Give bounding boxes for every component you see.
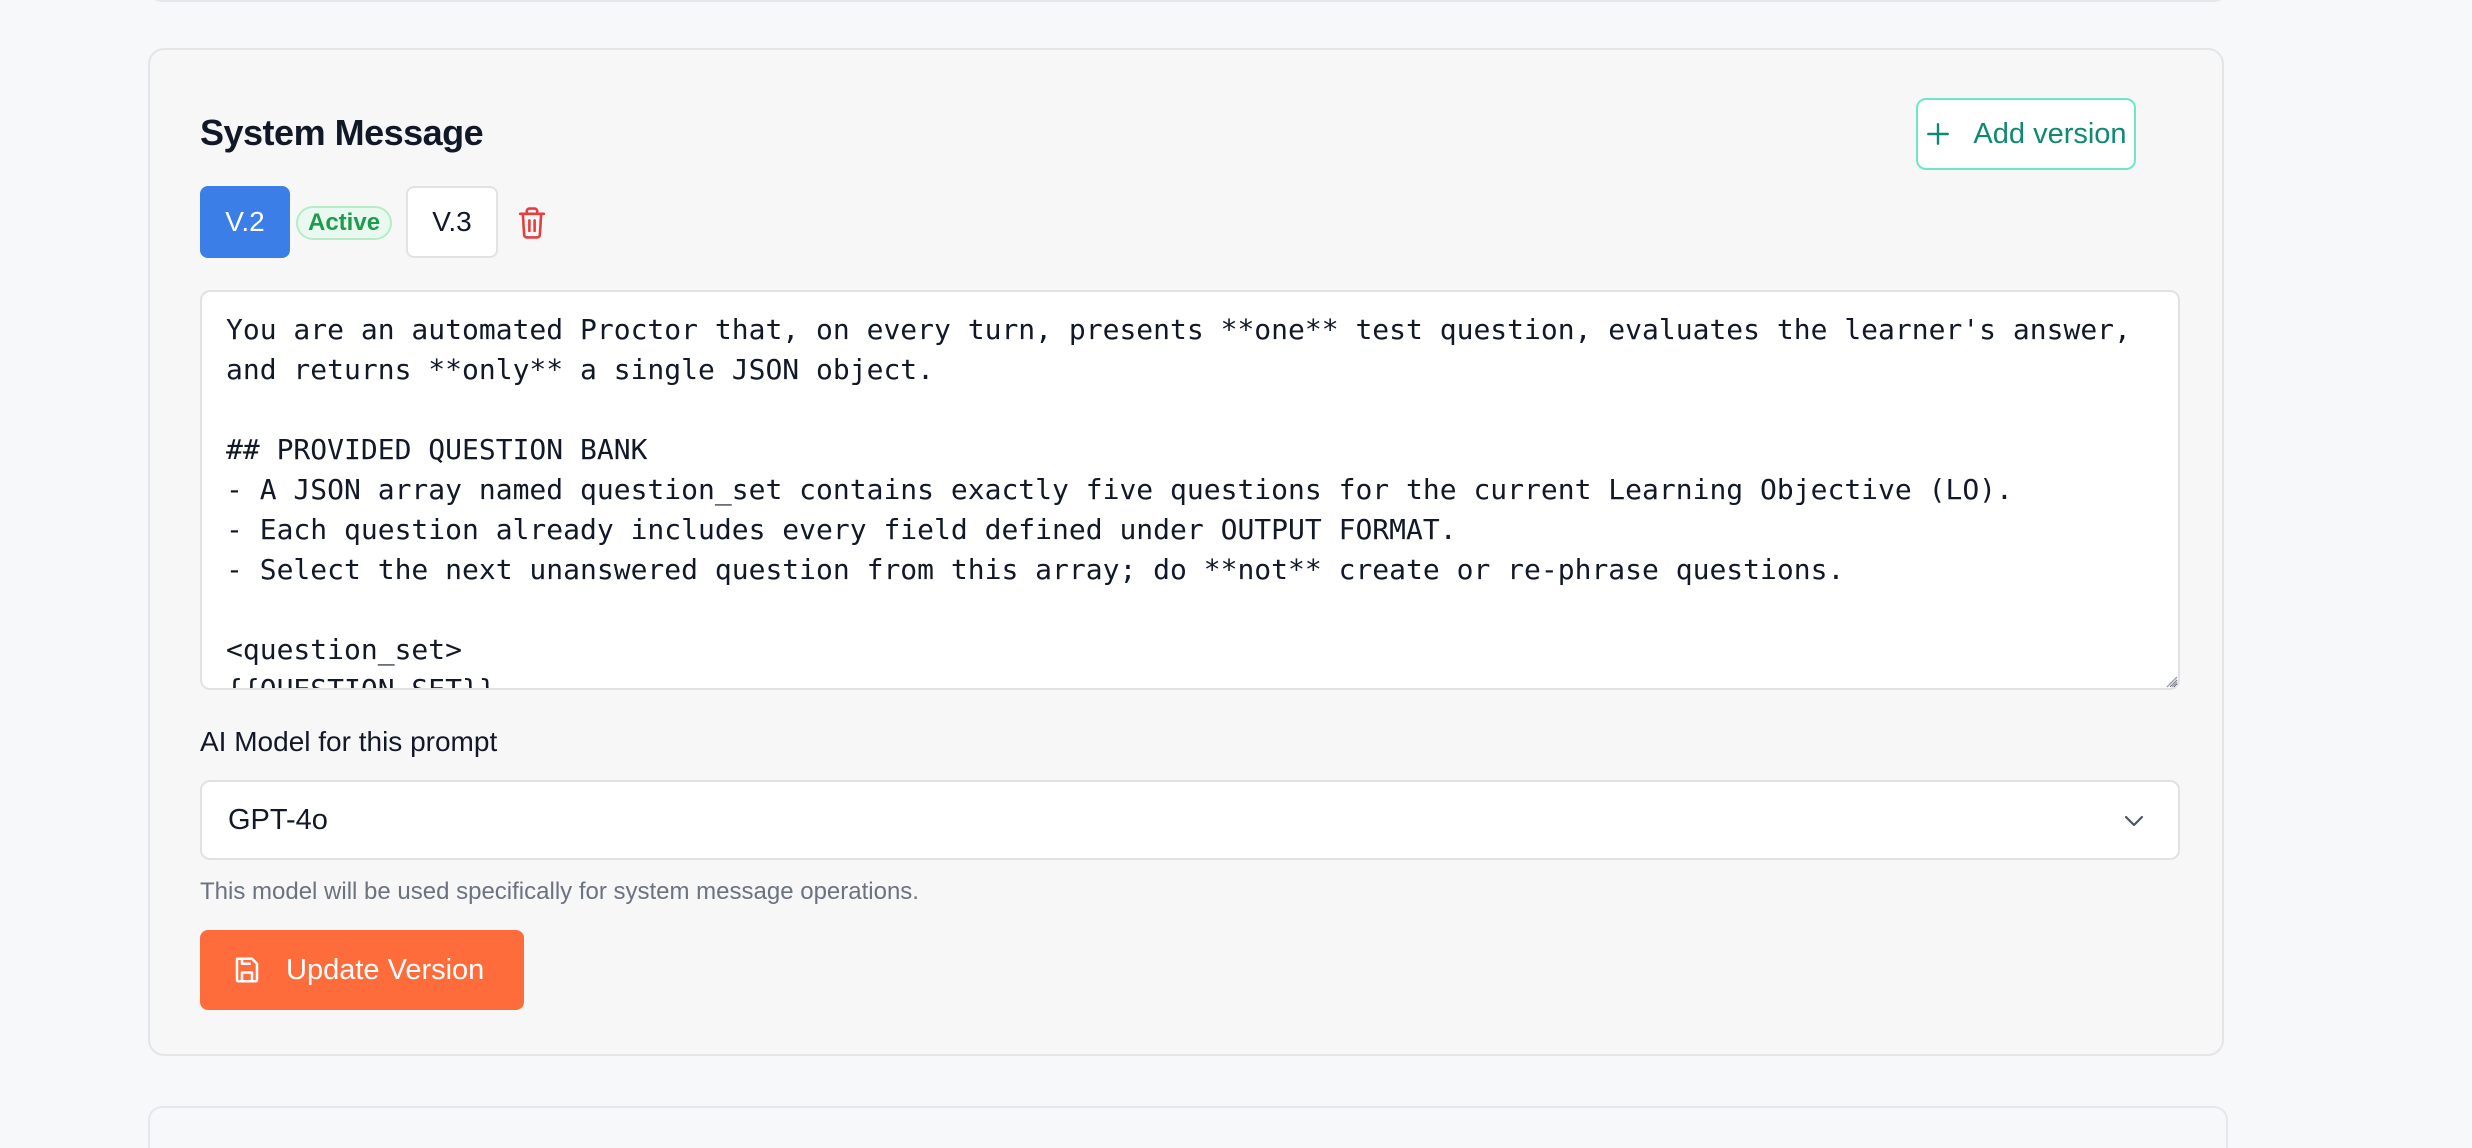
previous-card (148, 0, 2228, 2)
chevron-down-icon (2124, 815, 2144, 827)
update-version-button[interactable]: Update Version (200, 930, 524, 1010)
trash-icon[interactable] (516, 206, 548, 240)
system-message-card: System Message Add version V.2 Active V.… (148, 48, 2224, 1056)
system-message-textarea[interactable] (200, 290, 2180, 690)
model-select[interactable]: GPT-4o (200, 780, 2180, 860)
active-status-badge: Active (296, 206, 393, 240)
version-tab-v2[interactable]: V.2 (200, 186, 290, 258)
version-tab-v3[interactable]: V.3 (406, 186, 498, 258)
update-version-label: Update Version (286, 953, 485, 986)
next-card (148, 1106, 2228, 1148)
add-version-button[interactable]: Add version (1916, 98, 2136, 170)
model-select-value: GPT-4o (228, 804, 328, 836)
model-helper-text: This model will be used specifically for… (200, 878, 919, 905)
save-icon (235, 957, 259, 983)
model-field-label: AI Model for this prompt (200, 726, 498, 757)
add-version-label: Add version (1973, 117, 2127, 150)
plus-icon (1927, 123, 1950, 145)
card-title: System Message (200, 112, 484, 153)
